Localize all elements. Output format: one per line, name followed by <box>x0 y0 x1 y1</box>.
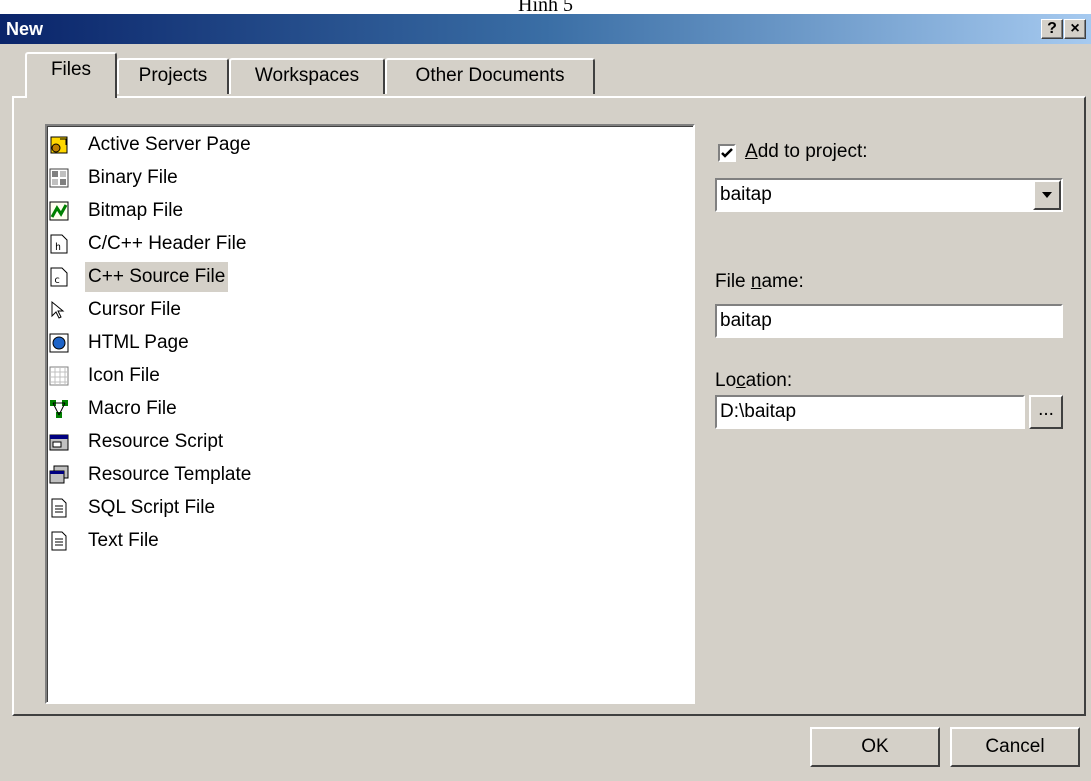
document-caption: Hình 5 <box>518 0 573 14</box>
macro-icon <box>50 400 68 418</box>
icon-file-icon <box>49 366 69 386</box>
ok-button[interactable]: OK <box>810 727 940 767</box>
list-item-label: Text File <box>88 530 159 551</box>
svg-text:h: h <box>55 242 61 253</box>
help-icon: ? <box>1047 20 1057 37</box>
cursor-icon <box>51 300 65 319</box>
location-input[interactable]: D:\baitap <box>715 395 1025 429</box>
project-dropdown-value: baitap <box>720 184 772 205</box>
source-file-icon: c <box>50 267 68 287</box>
close-icon: × <box>1070 20 1080 37</box>
list-item-label: Resource Script <box>88 431 224 452</box>
title-bar[interactable]: New ? × <box>0 14 1091 44</box>
file-name-input[interactable]: baitap <box>715 304 1063 338</box>
add-to-project-checkbox[interactable] <box>718 144 736 162</box>
dropdown-button[interactable] <box>1033 180 1061 210</box>
binary-file-icon <box>49 168 69 188</box>
file-type-list[interactable]: Active Server Page Binary File Bitmap Fi… <box>45 124 695 704</box>
resource-template-icon <box>49 465 69 484</box>
svg-text:c: c <box>54 275 60 286</box>
html-page-icon <box>49 333 69 353</box>
header-file-icon: h <box>50 234 68 254</box>
project-dropdown[interactable]: baitap <box>715 178 1063 212</box>
add-to-project-label: Add to project: <box>745 141 868 162</box>
bitmap-icon <box>49 201 69 221</box>
window-title: New <box>6 19 44 39</box>
list-item-label: C/C++ Header File <box>88 233 247 254</box>
list-item-label: HTML Page <box>88 332 189 353</box>
location-label: Location: <box>715 370 793 391</box>
list-item-label: Binary File <box>88 167 178 188</box>
help-button[interactable]: ? <box>1041 19 1063 39</box>
list-item-label: Resource Template <box>88 464 252 485</box>
resource-script-icon <box>49 434 69 451</box>
asp-icon <box>50 136 68 154</box>
close-button[interactable]: × <box>1064 19 1086 39</box>
tab-files[interactable]: Files <box>25 52 117 98</box>
new-dialog: New ? × Files Projects Workspaces Other … <box>0 14 1091 781</box>
list-item-label: Macro File <box>88 398 177 419</box>
browse-button[interactable]: ... <box>1029 395 1063 429</box>
cancel-button[interactable]: Cancel <box>950 727 1080 767</box>
document-icon <box>51 498 67 518</box>
list-item-label: Active Server Page <box>88 134 251 155</box>
list-item-label: C++ Source File <box>85 262 229 292</box>
list-item-label: SQL Script File <box>88 497 216 518</box>
tab-projects[interactable]: Projects <box>117 58 229 94</box>
document-icon <box>51 531 67 551</box>
chevron-down-icon <box>1042 192 1052 198</box>
tab-workspaces[interactable]: Workspaces <box>229 58 385 94</box>
list-item-label: Cursor File <box>88 299 181 320</box>
list-item-label: Icon File <box>88 365 160 386</box>
list-item-label: Bitmap File <box>88 200 184 221</box>
tab-other-documents[interactable]: Other Documents <box>385 58 595 94</box>
file-name-label: File name: <box>715 271 804 292</box>
checkmark-icon <box>721 148 733 158</box>
